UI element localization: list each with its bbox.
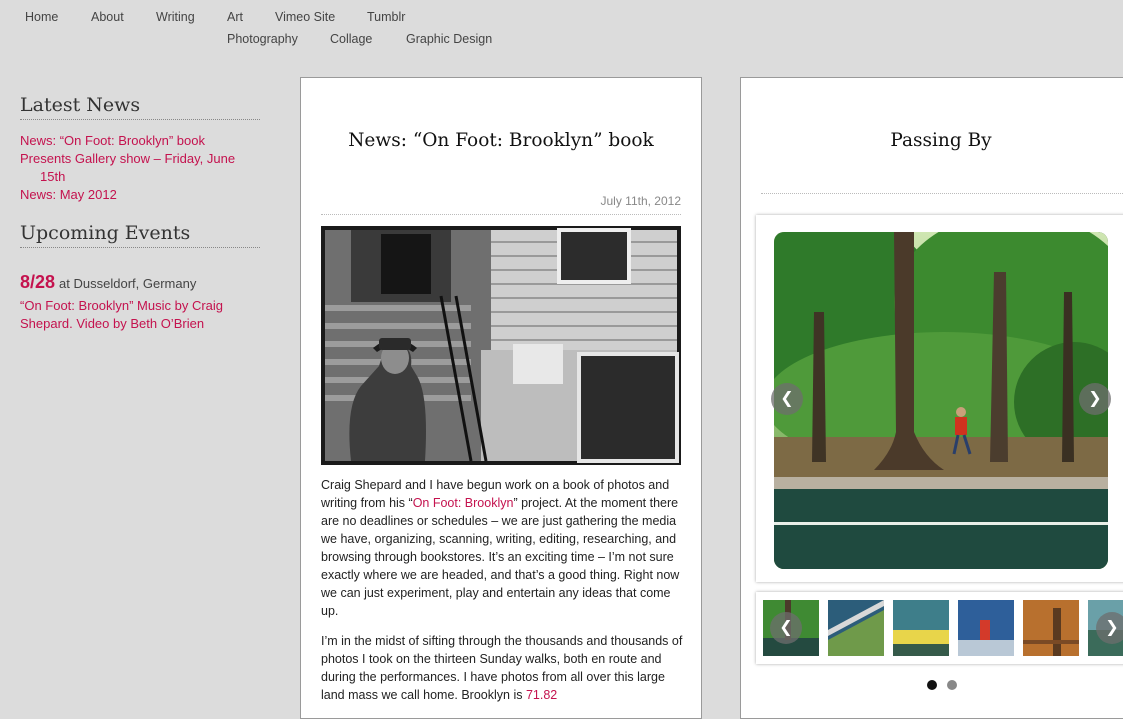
thumbnail-2-image — [828, 600, 884, 656]
nav-collage[interactable]: Collage — [330, 32, 372, 46]
chevron-left-icon: ❮ — [779, 619, 793, 636]
slide-prev-button[interactable]: ❮ — [771, 383, 803, 415]
nav-tumblr[interactable]: Tumblr — [367, 10, 405, 24]
post-title[interactable]: News: “On Foot: Brooklyn” book — [301, 130, 701, 151]
on-foot-brooklyn-link[interactable]: On Foot: Brooklyn — [413, 496, 514, 510]
thumb-prev-button[interactable]: ❮ — [770, 612, 802, 644]
slide-next-button[interactable]: ❯ — [1079, 383, 1111, 415]
nav-about[interactable]: About — [91, 10, 124, 24]
thumbnail-3[interactable] — [893, 600, 949, 656]
latest-news-heading: Latest News — [20, 94, 260, 120]
news-link-on-foot-brooklyn[interactable]: News: “On Foot: Brooklyn” book — [20, 132, 260, 150]
park-trees-image — [774, 232, 1108, 569]
event-item: 8/28 at Dusseldorf, Germany — [20, 272, 260, 293]
gallery-title[interactable]: Passing By — [741, 130, 1123, 151]
latest-news-list: News: “On Foot: Brooklyn” book Presents … — [20, 132, 260, 204]
thumbnail-5[interactable] — [1023, 600, 1079, 656]
thumbnail-5-image — [1023, 600, 1079, 656]
gallery-divider — [761, 193, 1123, 194]
thumbnail-strip: ❮ ❯ — [756, 592, 1123, 664]
event-location: at Dusseldorf, Germany — [59, 276, 197, 291]
street-photo-image — [321, 226, 681, 465]
nav-photography[interactable]: Photography — [227, 32, 298, 46]
news-link-gallery-show[interactable]: Presents Gallery show – Friday, June 15t… — [20, 150, 260, 186]
post-p2-text: I’m in the midst of sifting through the … — [321, 634, 683, 702]
upcoming-events-heading: Upcoming Events — [20, 222, 260, 248]
post-body: Craig Shepard and I have begun work on a… — [321, 476, 686, 716]
post-photo[interactable] — [321, 226, 681, 465]
post-p1-text-end: ” project. At the moment there are no de… — [321, 496, 680, 618]
event-link[interactable]: “On Foot: Brooklyn” Music by Craig Shepa… — [20, 297, 260, 333]
pager-dot-2[interactable] — [947, 680, 957, 690]
slide-image[interactable] — [774, 232, 1108, 569]
nav-graphic-design[interactable]: Graphic Design — [406, 32, 492, 46]
event-date: 8/28 — [20, 272, 56, 292]
thumbnail-3-image — [893, 600, 949, 656]
chevron-right-icon: ❯ — [1088, 390, 1102, 407]
slideshow: ❮ ❯ — [756, 215, 1123, 582]
thumbnail-2[interactable] — [828, 600, 884, 656]
brooklyn-miles-link[interactable]: 71.82 — [526, 688, 557, 702]
thumb-next-button[interactable]: ❯ — [1096, 612, 1123, 644]
post-paragraph-2: I’m in the midst of sifting through the … — [321, 632, 686, 704]
post-paragraph-1: Craig Shepard and I have begun work on a… — [321, 476, 686, 620]
thumbnail-4-image — [958, 600, 1014, 656]
news-link-may-2012[interactable]: News: May 2012 — [20, 186, 260, 204]
sidebar: Latest News News: “On Foot: Brooklyn” bo… — [20, 94, 260, 333]
nav-writing[interactable]: Writing — [156, 10, 195, 24]
post-panel: News: “On Foot: Brooklyn” book July 11th… — [300, 77, 702, 719]
nav-vimeo-site[interactable]: Vimeo Site — [275, 10, 335, 24]
chevron-left-icon: ❮ — [780, 390, 794, 407]
gallery-panel: Passing By ❮ ❯ ❮ ❯ — [740, 77, 1123, 719]
post-date: July 11th, 2012 — [321, 194, 681, 215]
pager-dot-1[interactable] — [927, 680, 937, 690]
nav-art[interactable]: Art — [227, 10, 243, 24]
thumbnail-4[interactable] — [958, 600, 1014, 656]
nav-home[interactable]: Home — [25, 10, 58, 24]
chevron-right-icon: ❯ — [1105, 619, 1119, 636]
